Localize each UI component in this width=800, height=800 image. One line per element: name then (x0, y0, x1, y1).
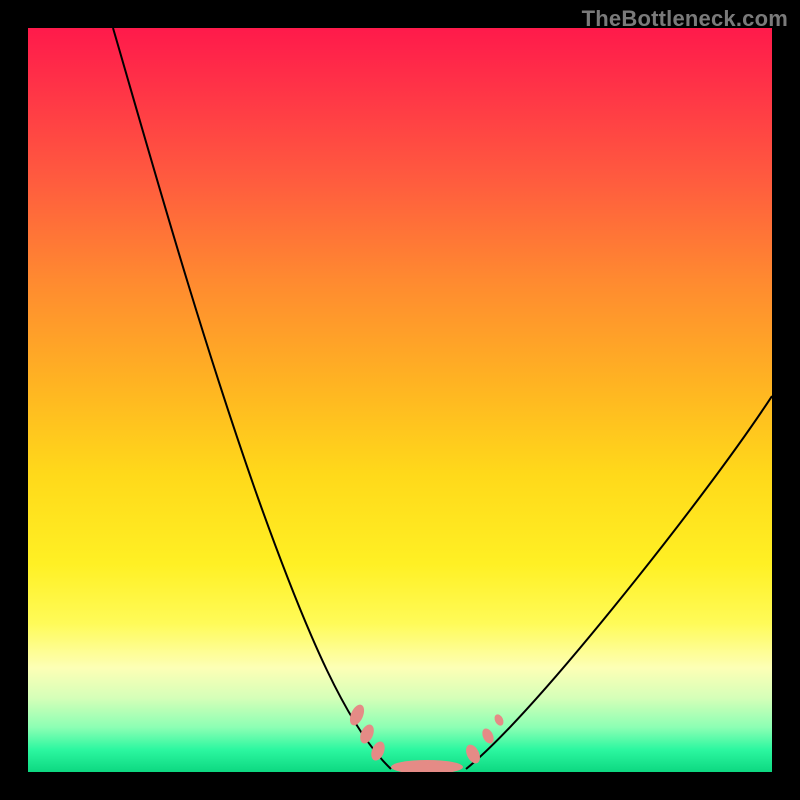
curve-right (466, 396, 772, 769)
data-marker (391, 760, 463, 772)
data-marker (369, 739, 388, 762)
chart-overlay (28, 28, 772, 772)
chart-frame: TheBottleneck.com (0, 0, 800, 800)
marker-group (347, 703, 505, 772)
data-marker (463, 742, 483, 765)
curve-left (113, 28, 391, 769)
data-marker (357, 722, 376, 745)
data-marker (493, 713, 505, 727)
watermark-text: TheBottleneck.com (582, 6, 788, 32)
